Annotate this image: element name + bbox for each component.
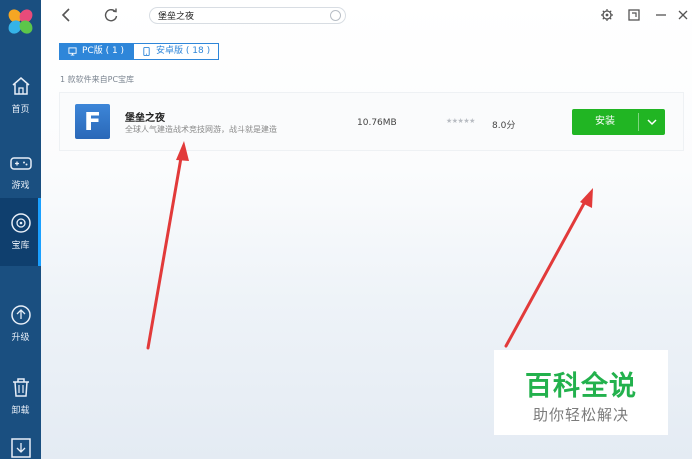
search-query: 堡垒之夜 xyxy=(158,12,195,22)
gamepad-icon xyxy=(10,157,32,170)
refresh-icon xyxy=(104,8,118,22)
sidebar: 首页 游戏 宝库 升级 卸载 xyxy=(0,0,41,459)
install-button[interactable]: 安装 xyxy=(572,109,638,135)
app-description: 全球人气建造战术竞技网游，战斗就是建造 xyxy=(125,125,277,134)
download-icon xyxy=(11,438,31,458)
trash-icon xyxy=(13,378,29,397)
toolbar: 堡垒之夜 xyxy=(41,0,692,30)
minimize-icon xyxy=(656,14,666,16)
close-button[interactable] xyxy=(673,5,692,25)
sidebar-item-download[interactable] xyxy=(0,428,41,459)
platform-tabs: PC版 ( 1 ) 安卓版 ( 18 ) xyxy=(59,43,220,60)
refresh-button[interactable] xyxy=(101,5,121,25)
sidebar-item-label: 宝库 xyxy=(11,241,30,251)
app-score: 8.0分 xyxy=(492,121,516,131)
result-count: 1 款软件来自PC宝库 xyxy=(60,75,135,84)
watermark-box: 百科全说 助你轻松解决 xyxy=(494,350,668,435)
install-options-button[interactable] xyxy=(639,109,665,135)
clear-search-icon[interactable] xyxy=(330,10,341,21)
upgrade-icon xyxy=(11,305,31,325)
chevron-left-icon xyxy=(61,8,70,22)
app-name[interactable]: 堡垒之夜 xyxy=(125,109,165,124)
search-input[interactable]: 堡垒之夜 xyxy=(149,7,346,24)
sidebar-item-label: 首页 xyxy=(11,105,30,115)
app-icon[interactable]: F xyxy=(75,104,110,139)
sidebar-item-label: 升级 xyxy=(11,333,30,343)
app-size: 10.76MB xyxy=(357,118,397,128)
sidebar-item-home[interactable]: 首页 xyxy=(0,62,41,130)
monitor-icon xyxy=(68,47,77,56)
close-icon xyxy=(678,10,688,20)
tab-label: 安卓版 ( 18 ) xyxy=(156,46,211,56)
minimize-button[interactable] xyxy=(651,5,671,25)
home-icon xyxy=(12,77,30,95)
tab-pc[interactable]: PC版 ( 1 ) xyxy=(59,43,134,60)
phone-icon xyxy=(143,47,150,56)
rating-stars: ★★★★★ xyxy=(446,117,475,125)
watermark-subtitle: 助你轻松解决 xyxy=(532,406,629,424)
app-logo xyxy=(0,0,41,44)
chevron-down-icon xyxy=(647,119,657,126)
tab-android[interactable]: 安卓版 ( 18 ) xyxy=(133,43,220,60)
sidebar-item-uninstall[interactable]: 卸载 xyxy=(0,363,41,431)
skin-button[interactable] xyxy=(624,5,644,25)
sidebar-item-label: 卸载 xyxy=(11,406,30,416)
skin-icon xyxy=(628,9,640,21)
sidebar-item-upgrade[interactable]: 升级 xyxy=(0,290,41,358)
app-result-row[interactable]: F 堡垒之夜 全球人气建造战术竞技网游，战斗就是建造 10.76MB ★★★★★… xyxy=(59,92,684,151)
clover-logo-icon xyxy=(8,9,33,34)
sidebar-item-label: 游戏 xyxy=(11,181,30,191)
app-icon-letter: F xyxy=(83,107,102,136)
back-button[interactable] xyxy=(57,5,77,25)
settings-button[interactable] xyxy=(597,5,617,25)
tab-label: PC版 ( 1 ) xyxy=(82,46,125,56)
settings-icon xyxy=(601,9,613,21)
watermark-title: 百科全说 xyxy=(525,371,637,402)
sidebar-item-games[interactable]: 游戏 xyxy=(0,138,41,206)
sidebar-item-treasury[interactable]: 宝库 xyxy=(0,198,41,266)
install-button-group: 安装 xyxy=(572,109,665,135)
disc-icon xyxy=(11,213,31,233)
